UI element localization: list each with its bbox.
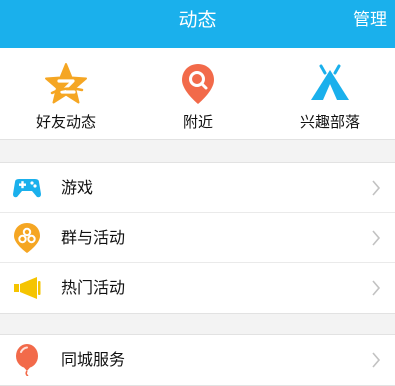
- list-item-hot-activities[interactable]: 热门活动: [0, 263, 395, 313]
- nearby-entry[interactable]: 附近: [132, 48, 264, 140]
- list-item-games[interactable]: 游戏: [0, 163, 395, 213]
- megaphone-icon: [14, 277, 41, 299]
- gamepad-icon: [13, 179, 41, 198]
- nearby-label: 附近: [182, 113, 213, 131]
- friends-feed-label: 好友动态: [35, 113, 96, 131]
- balloon-icon: [16, 344, 38, 376]
- list-item-group-activities[interactable]: 群与活动: [0, 213, 395, 263]
- chevron-right-icon: [372, 352, 381, 368]
- top-bar: 动态 管理: [0, 0, 395, 48]
- games-label: 游戏: [61, 178, 94, 197]
- quick-entry-bar: 好友动态 附近 兴趣部落: [0, 48, 395, 140]
- group-activities-label: 群与活动: [61, 228, 126, 247]
- qzone-star-icon: [45, 63, 87, 104]
- location-pin-icon: [182, 64, 214, 104]
- manage-button[interactable]: 管理: [353, 0, 387, 40]
- interest-tribe-label: 兴趣部落: [299, 113, 360, 131]
- chevron-right-icon: [372, 180, 381, 196]
- feature-list-group: 游戏 群与活动 热门活动: [0, 162, 395, 314]
- page-title: 动态: [178, 9, 217, 31]
- service-list-group: 同城服务: [0, 334, 395, 386]
- tent-icon: [311, 64, 349, 100]
- interest-tribe-entry[interactable]: 兴趣部落: [264, 48, 395, 140]
- hot-activities-label: 热门活动: [61, 278, 126, 297]
- chevron-right-icon: [372, 280, 381, 296]
- chevron-right-icon: [372, 230, 381, 246]
- group-activity-icon: [14, 223, 40, 253]
- friends-feed-entry[interactable]: 好友动态: [0, 48, 132, 140]
